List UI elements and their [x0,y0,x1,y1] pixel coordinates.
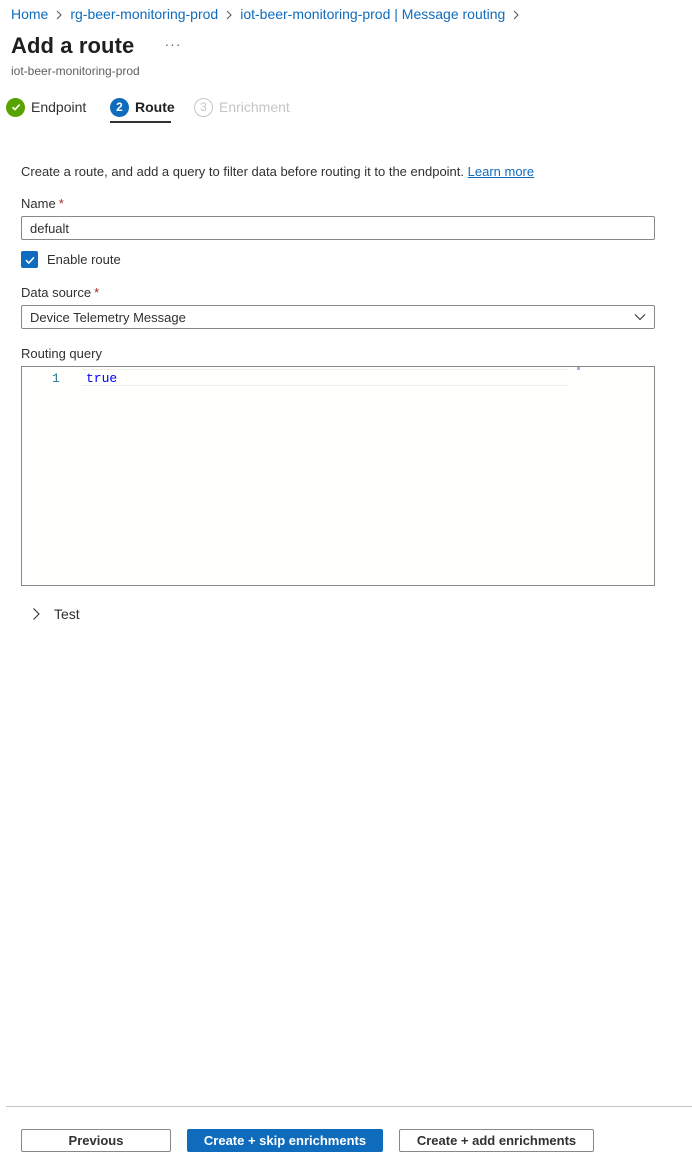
checkmark-icon [24,256,35,264]
more-options-button[interactable]: ··· [162,36,184,56]
name-label: Name * [21,196,64,211]
create-skip-enrichments-button[interactable]: Create + skip enrichments [187,1129,383,1152]
name-label-text: Name [21,196,56,211]
data-source-label: Data source * [21,285,99,300]
tab-route[interactable]: 2 Route [110,94,175,120]
tab-enrichment[interactable]: 3 Enrichment [194,94,290,120]
breadcrumb-home[interactable]: Home [11,6,48,22]
previous-button[interactable]: Previous [21,1129,171,1152]
name-input[interactable] [21,216,655,240]
routing-query-label: Routing query [21,346,102,361]
current-line-highlight [82,369,569,386]
enable-route-label[interactable]: Enable route [47,252,121,267]
required-marker: * [94,285,100,300]
footer-divider [6,1106,692,1107]
overview-ruler [577,367,580,370]
data-source-dropdown[interactable]: Device Telemetry Message [21,305,655,329]
required-marker: * [58,196,64,211]
data-source-label-text: Data source [21,285,92,300]
tab-enrichment-label: Enrichment [219,99,290,115]
routing-query-editor[interactable]: 1 true [21,366,655,586]
line-number: 1 [52,371,60,386]
breadcrumb-resource-group[interactable]: rg-beer-monitoring-prod [70,6,218,22]
chevron-right-icon [218,6,240,22]
data-source-value: Device Telemetry Message [30,309,186,325]
tab-route-label: Route [135,99,175,115]
query-code[interactable]: true [86,371,117,386]
learn-more-link[interactable]: Learn more [468,164,534,179]
test-section-toggle[interactable]: Test [30,605,80,623]
breadcrumb-message-routing[interactable]: iot-beer-monitoring-prod | Message routi… [240,6,505,22]
checkmark-circle-icon [6,97,25,117]
tab-endpoint-label: Endpoint [31,99,87,115]
test-label: Test [54,606,80,622]
create-add-enrichments-button[interactable]: Create + add enrichments [399,1129,594,1152]
step-number-badge: 3 [194,97,213,117]
chevron-right-icon [505,6,527,22]
page-subtitle: iot-beer-monitoring-prod [11,64,140,78]
enable-route-checkbox[interactable] [21,251,38,268]
tab-endpoint[interactable]: Endpoint [6,94,86,120]
intro-description: Create a route, and add a query to filte… [21,164,465,179]
breadcrumb: Home rg-beer-monitoring-prod iot-beer-mo… [11,5,527,23]
page-title: Add a route [11,33,135,58]
chevron-down-icon [634,314,646,321]
intro-text: Create a route, and add a query to filte… [21,164,534,179]
chevron-right-icon [48,6,70,22]
step-number-badge: 2 [110,97,129,117]
chevron-right-icon [33,608,40,620]
active-tab-indicator [110,121,171,123]
